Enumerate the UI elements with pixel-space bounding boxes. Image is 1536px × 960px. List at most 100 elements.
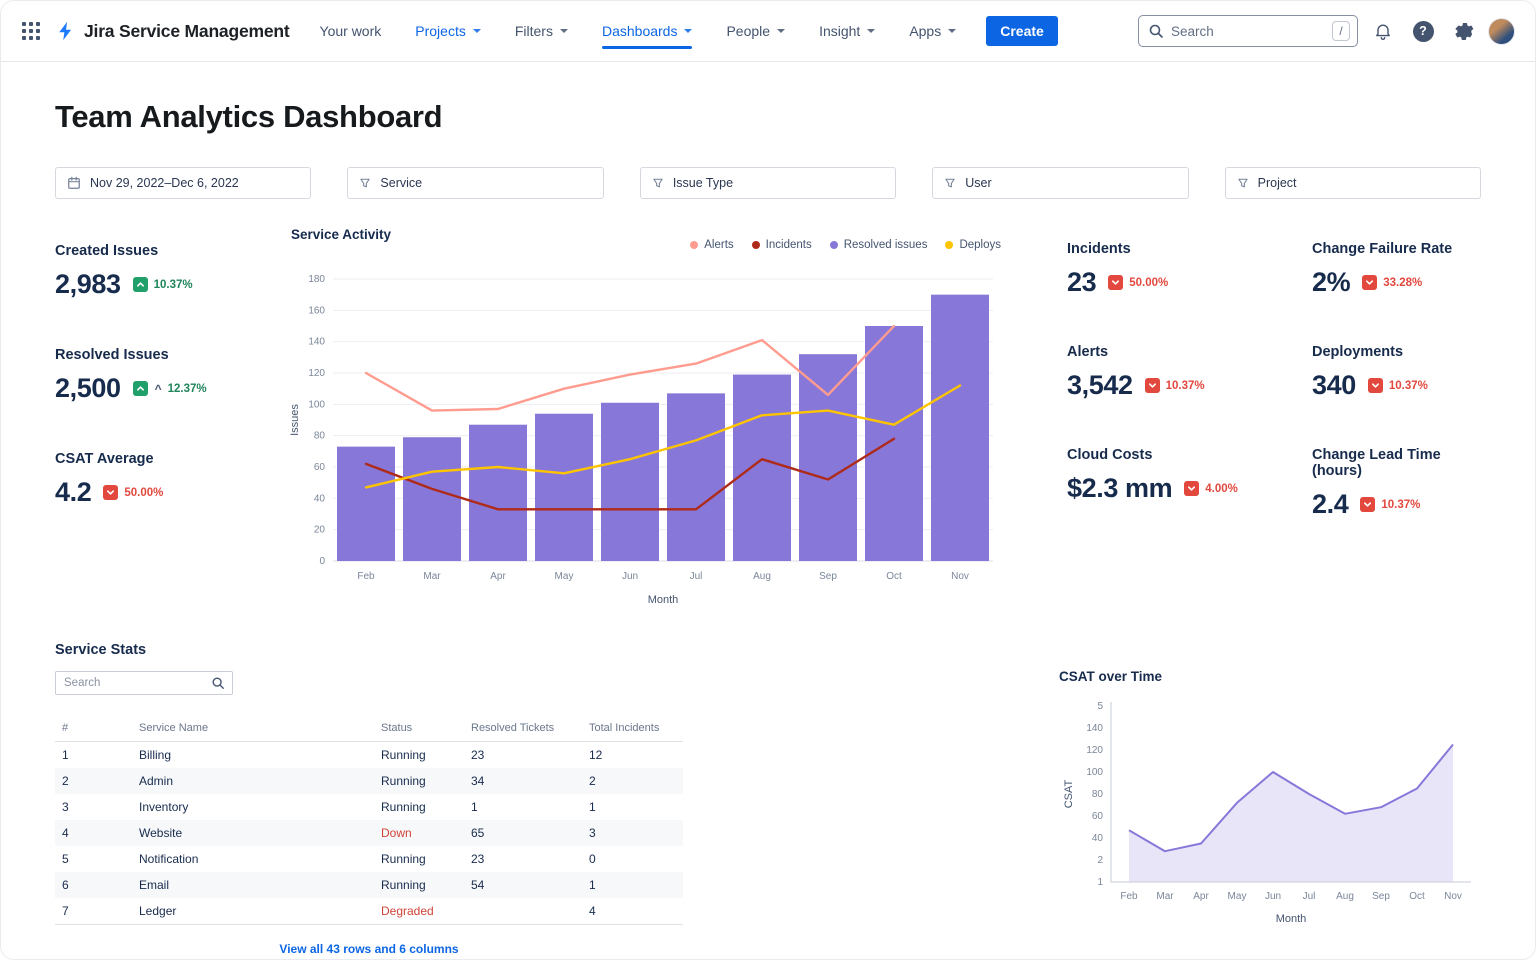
user-avatar[interactable] — [1488, 18, 1515, 45]
filter-project[interactable]: Project — [1225, 167, 1481, 199]
svg-text:CSAT: CSAT — [1063, 779, 1075, 808]
chart-title: CSAT over Time — [1059, 669, 1162, 684]
filter-service[interactable]: Service — [347, 167, 603, 199]
table-row-website[interactable]: 4WebsiteDown653 — [55, 820, 683, 846]
table-row-inventory[interactable]: 3InventoryRunning11 — [55, 794, 683, 820]
cell-resolved-tickets: 34 — [471, 768, 589, 794]
svg-text:Jul: Jul — [1303, 891, 1316, 902]
svg-text:Sep: Sep — [1372, 891, 1390, 902]
cell-total-incidents: 12 — [589, 742, 683, 769]
view-all-link[interactable]: View all 43 rows and 6 columns — [55, 942, 683, 956]
filter-label: User — [965, 176, 991, 190]
table-search[interactable] — [55, 671, 233, 695]
column-header-service-name[interactable]: Service Name — [139, 715, 381, 742]
jira-logo[interactable]: Jira Service Management — [55, 20, 290, 42]
cell-status: Down — [381, 820, 471, 846]
svg-text:120: 120 — [308, 368, 325, 379]
kpi-change-failure-rate: Change Failure Rate2%33.28% — [1312, 241, 1481, 298]
nav-item-insight[interactable]: Insight — [819, 1, 875, 61]
column-header-resolved-tickets[interactable]: Resolved Tickets — [471, 715, 589, 742]
chevron-down-icon — [948, 29, 956, 33]
column-header-total-incidents[interactable]: Total Incidents — [589, 715, 683, 742]
cell-service-name: Notification — [139, 846, 381, 872]
cell-num: 3 — [55, 794, 139, 820]
cell-status: Running — [381, 768, 471, 794]
filter-label: Issue Type — [673, 176, 733, 190]
cell-total-incidents: 2 — [589, 768, 683, 794]
filter-bar: Nov 29, 2022–Dec 6, 2022 Service Issue Typ… — [55, 167, 1481, 199]
chevron-down-icon — [777, 29, 785, 33]
help-button[interactable]: ? — [1408, 16, 1438, 46]
search-input[interactable] — [1171, 24, 1325, 39]
kpi-delta: 50.00% — [1129, 277, 1168, 289]
nav-item-people[interactable]: People — [726, 1, 785, 61]
chart-title: Service Activity — [291, 227, 391, 242]
table-row-admin[interactable]: 2AdminRunning342 — [55, 768, 683, 794]
delta-down-badge — [1360, 497, 1375, 512]
legend-resolved-issues[interactable]: Resolved issues — [830, 239, 928, 251]
kpi-label: Incidents — [1067, 241, 1302, 257]
nav-item-label: Filters — [515, 23, 553, 39]
caret-glyph: ^ — [155, 382, 162, 396]
filter-issue-type[interactable]: Issue Type — [640, 167, 896, 199]
svg-text:5: 5 — [1097, 701, 1103, 712]
filter-icon — [944, 177, 956, 189]
delta-down-badge — [1362, 275, 1377, 290]
svg-text:Nov: Nov — [1444, 891, 1462, 902]
nav-item-dashboards[interactable]: Dashboards — [602, 1, 693, 61]
cell-num: 5 — [55, 846, 139, 872]
cell-service-name: Admin — [139, 768, 381, 794]
cell-total-incidents: 1 — [589, 794, 683, 820]
svg-text:Mar: Mar — [423, 571, 441, 582]
cell-total-incidents: 3 — [589, 820, 683, 846]
table-search-input[interactable] — [64, 677, 205, 689]
svg-text:60: 60 — [1092, 811, 1104, 822]
table-row-billing[interactable]: 1BillingRunning2312 — [55, 742, 683, 769]
column-header-status[interactable]: Status — [381, 715, 471, 742]
kpi-change-lead-time-hours: Change Lead Time (hours)2.410.37% — [1312, 447, 1481, 520]
filter-label: Project — [1258, 176, 1297, 190]
svg-text:100: 100 — [1086, 767, 1103, 778]
kpi-label: Change Failure Rate — [1312, 241, 1481, 257]
cell-total-incidents: 4 — [589, 898, 683, 925]
nav-item-label: People — [726, 23, 770, 39]
svg-text:Jun: Jun — [622, 571, 638, 582]
kpi-grid-right: Incidents2350.00%Change Failure Rate2%33… — [1067, 227, 1481, 520]
filter-nov-29-2022-dec-6-2022[interactable]: Nov 29, 2022–Dec 6, 2022 — [55, 167, 311, 199]
svg-text:1: 1 — [1097, 877, 1103, 888]
kpi-label: Resolved Issues — [55, 347, 287, 363]
filter-user[interactable]: User — [932, 167, 1188, 199]
svg-text:Aug: Aug — [1336, 891, 1354, 902]
nav-item-filters[interactable]: Filters — [515, 1, 568, 61]
column-header-[interactable]: # — [55, 715, 139, 742]
legend-alerts[interactable]: Alerts — [690, 239, 733, 251]
delta-down-badge — [103, 485, 118, 500]
legend-incidents[interactable]: Incidents — [752, 239, 812, 251]
filter-label: Service — [380, 176, 422, 190]
nav-item-your-work[interactable]: Your work — [320, 1, 382, 61]
nav-item-projects[interactable]: Projects — [415, 1, 481, 61]
create-button[interactable]: Create — [986, 16, 1058, 46]
delta-down-badge — [1368, 378, 1383, 393]
svg-text:Issues: Issues — [289, 404, 301, 436]
table-row-notification[interactable]: 5NotificationRunning230 — [55, 846, 683, 872]
table-row-ledger[interactable]: 7LedgerDegraded4 — [55, 898, 683, 925]
chart-legend: Alerts Incidents Resolved issues Deploys — [690, 239, 1001, 251]
cell-num: 6 — [55, 872, 139, 898]
delta-down-badge — [1108, 275, 1123, 290]
primary-nav: Your work Projects Filters Dashboards People… — [320, 1, 957, 61]
nav-item-apps[interactable]: Apps — [909, 1, 956, 61]
app-switcher-icon[interactable] — [15, 15, 47, 47]
cell-resolved-tickets: 23 — [471, 846, 589, 872]
settings-button[interactable] — [1448, 16, 1478, 46]
svg-text:Month: Month — [648, 594, 679, 606]
filter-label: Nov 29, 2022–Dec 6, 2022 — [90, 176, 239, 190]
notifications-button[interactable] — [1368, 16, 1398, 46]
svg-text:100: 100 — [308, 399, 325, 410]
nav-item-label: Projects — [415, 23, 466, 39]
table-row-email[interactable]: 6EmailRunning541 — [55, 872, 683, 898]
global-search[interactable]: / — [1138, 15, 1358, 47]
legend-deploys[interactable]: Deploys — [945, 239, 1001, 251]
kpi-label: Alerts — [1067, 344, 1302, 360]
top-navigation: Jira Service Management Your work Project… — [1, 1, 1535, 61]
